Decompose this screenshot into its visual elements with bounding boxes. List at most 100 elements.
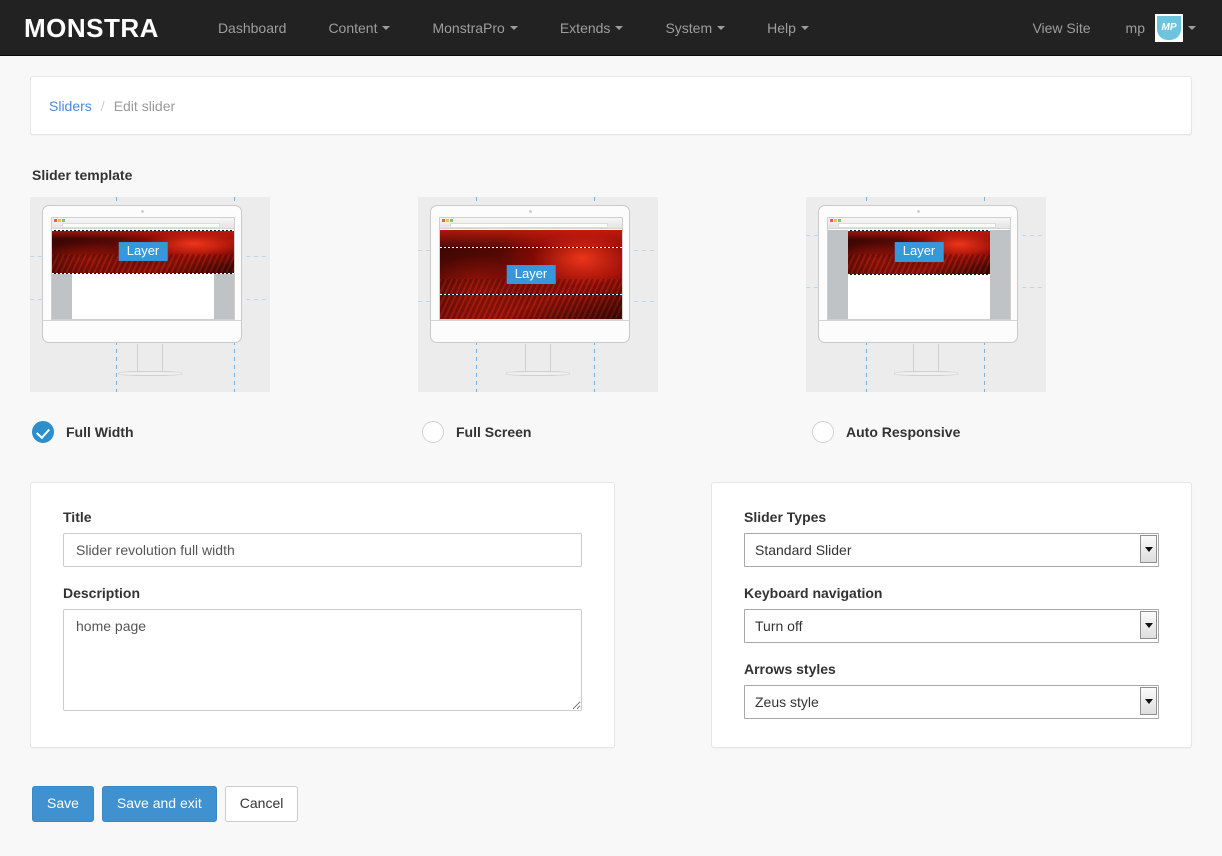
user-name-label: mp — [1126, 20, 1145, 36]
nav-item-dashboard[interactable]: Dashboard — [197, 0, 308, 56]
template-option-auto-responsive: Layer — [806, 197, 1046, 392]
avatar-glyph: MP — [1157, 16, 1181, 40]
slide-preview-image: Layer — [440, 230, 622, 319]
navbar-right: View Site mp MP — [1011, 0, 1208, 56]
slider-types-select[interactable]: Standard Slider — [744, 533, 1159, 567]
save-and-exit-button[interactable]: Save and exit — [102, 786, 217, 822]
form-actions: Save Save and exit Cancel — [30, 786, 1192, 822]
nav-item-extends[interactable]: Extends — [539, 0, 645, 56]
radio-checked-icon[interactable] — [32, 421, 54, 443]
page-content-area — [72, 274, 214, 319]
chevron-down-icon — [510, 26, 518, 30]
selection-line-top — [440, 247, 622, 248]
arrows-styles-label: Arrows styles — [744, 661, 1159, 677]
radio-unchecked-icon[interactable] — [422, 421, 444, 443]
browser-dots — [54, 219, 65, 222]
panel-general-info: Title Description home page — [30, 482, 615, 748]
nav-item-label: System — [665, 0, 712, 56]
monitor-neck — [43, 320, 241, 342]
keyboard-navigation-label: Keyboard navigation — [744, 585, 1159, 601]
browser-dot-yellow — [834, 219, 837, 222]
radio-label: Full Screen — [456, 424, 531, 440]
top-navbar: MONSTRA Dashboard Content MonstraPro Ext… — [0, 0, 1222, 56]
keyboard-navigation-select[interactable]: Turn off — [744, 609, 1159, 643]
view-site-link[interactable]: View Site — [1011, 0, 1111, 56]
browser-dots — [830, 219, 841, 222]
selection-line-bottom — [848, 274, 990, 275]
monitor-stand-base — [894, 371, 958, 376]
browser-dot-green — [450, 219, 453, 222]
slide-preview-image: Layer — [848, 230, 990, 274]
monitor-frame: Layer — [818, 205, 1018, 343]
nav-item-label: Help — [767, 0, 796, 56]
monitor-stand-leg — [913, 344, 939, 372]
breadcrumb-link-sliders[interactable]: Sliders — [49, 98, 92, 114]
page-title: Slider template — [32, 167, 1192, 183]
monitor-stand-base — [506, 371, 570, 376]
title-label: Title — [63, 509, 582, 525]
nav-item-label: Dashboard — [218, 0, 287, 56]
breadcrumb-separator: / — [101, 98, 105, 114]
breadcrumb: Sliders / Edit slider — [30, 76, 1192, 135]
radio-option-full-width[interactable]: Full Width — [30, 421, 420, 443]
browser-chrome-bar — [52, 218, 234, 229]
browser-dot-red — [54, 219, 57, 222]
title-input[interactable] — [63, 533, 582, 567]
browser-url-bar — [838, 223, 996, 228]
monitor-stand-leg — [137, 344, 163, 372]
browser-dot-red — [442, 219, 445, 222]
nav-item-system[interactable]: System — [644, 0, 746, 56]
radio-option-full-screen[interactable]: Full Screen — [420, 421, 810, 443]
avatar: MP — [1155, 14, 1183, 42]
browser-chrome-bar — [828, 218, 1010, 229]
save-button[interactable]: Save — [32, 786, 94, 822]
cancel-button[interactable]: Cancel — [225, 786, 299, 822]
description-textarea[interactable]: home page — [63, 609, 582, 711]
user-menu[interactable]: mp MP — [1112, 0, 1208, 56]
selection-line-bottom — [52, 273, 234, 274]
chevron-down-icon — [382, 26, 390, 30]
page-gutter-right — [990, 230, 1010, 319]
nav-item-content[interactable]: Content — [307, 0, 411, 56]
nav-item-label: Content — [328, 0, 377, 56]
selection-line-top — [52, 230, 234, 231]
arrows-styles-select[interactable]: Zeus style — [744, 685, 1159, 719]
browser-dot-green — [838, 219, 841, 222]
monitor-neck — [819, 320, 1017, 342]
layer-badge: Layer — [895, 242, 944, 262]
selection-line-top — [848, 230, 990, 231]
template-thumbnail-full-width[interactable]: Layer — [30, 197, 270, 392]
radio-option-auto-responsive[interactable]: Auto Responsive — [810, 421, 960, 443]
breadcrumb-current: Edit slider — [114, 98, 175, 114]
slider-template-radio-group: Full Width Full Screen Auto Responsive — [30, 414, 1192, 450]
chevron-down-icon — [801, 26, 809, 30]
browser-dots — [442, 219, 453, 222]
radio-label: Full Width — [66, 424, 134, 440]
radio-label: Auto Responsive — [846, 424, 960, 440]
chevron-down-icon — [615, 26, 623, 30]
browser-dot-green — [62, 219, 65, 222]
slide-preview-image: Layer — [52, 230, 234, 273]
monitor-screen: Layer — [439, 217, 623, 320]
keyboard-navigation-select-wrap: Turn off — [744, 609, 1159, 643]
template-thumbnail-full-screen[interactable]: Layer — [418, 197, 658, 392]
monitor-stand-leg — [525, 344, 551, 372]
page-gutter-right — [214, 274, 234, 319]
description-label: Description — [63, 585, 582, 601]
monitor-screen: Layer — [51, 217, 235, 320]
page-gutter-left — [828, 230, 848, 319]
field-description: Description home page — [63, 585, 582, 711]
page-content: Sliders / Edit slider Slider template — [0, 56, 1222, 822]
nav-item-label: MonstraPro — [432, 0, 504, 56]
template-thumbnail-auto-responsive[interactable]: Layer — [806, 197, 1046, 392]
main-nav: Dashboard Content MonstraPro Extends Sys… — [197, 0, 830, 56]
monitor-stand-base — [118, 371, 182, 376]
browser-dot-yellow — [446, 219, 449, 222]
nav-item-monstrapro[interactable]: MonstraPro — [411, 0, 538, 56]
brand-logo[interactable]: MONSTRA — [24, 0, 159, 56]
browser-url-bar — [62, 223, 220, 228]
view-site-label: View Site — [1032, 0, 1090, 56]
browser-url-bar — [450, 223, 608, 228]
radio-unchecked-icon[interactable] — [812, 421, 834, 443]
nav-item-help[interactable]: Help — [746, 0, 830, 56]
